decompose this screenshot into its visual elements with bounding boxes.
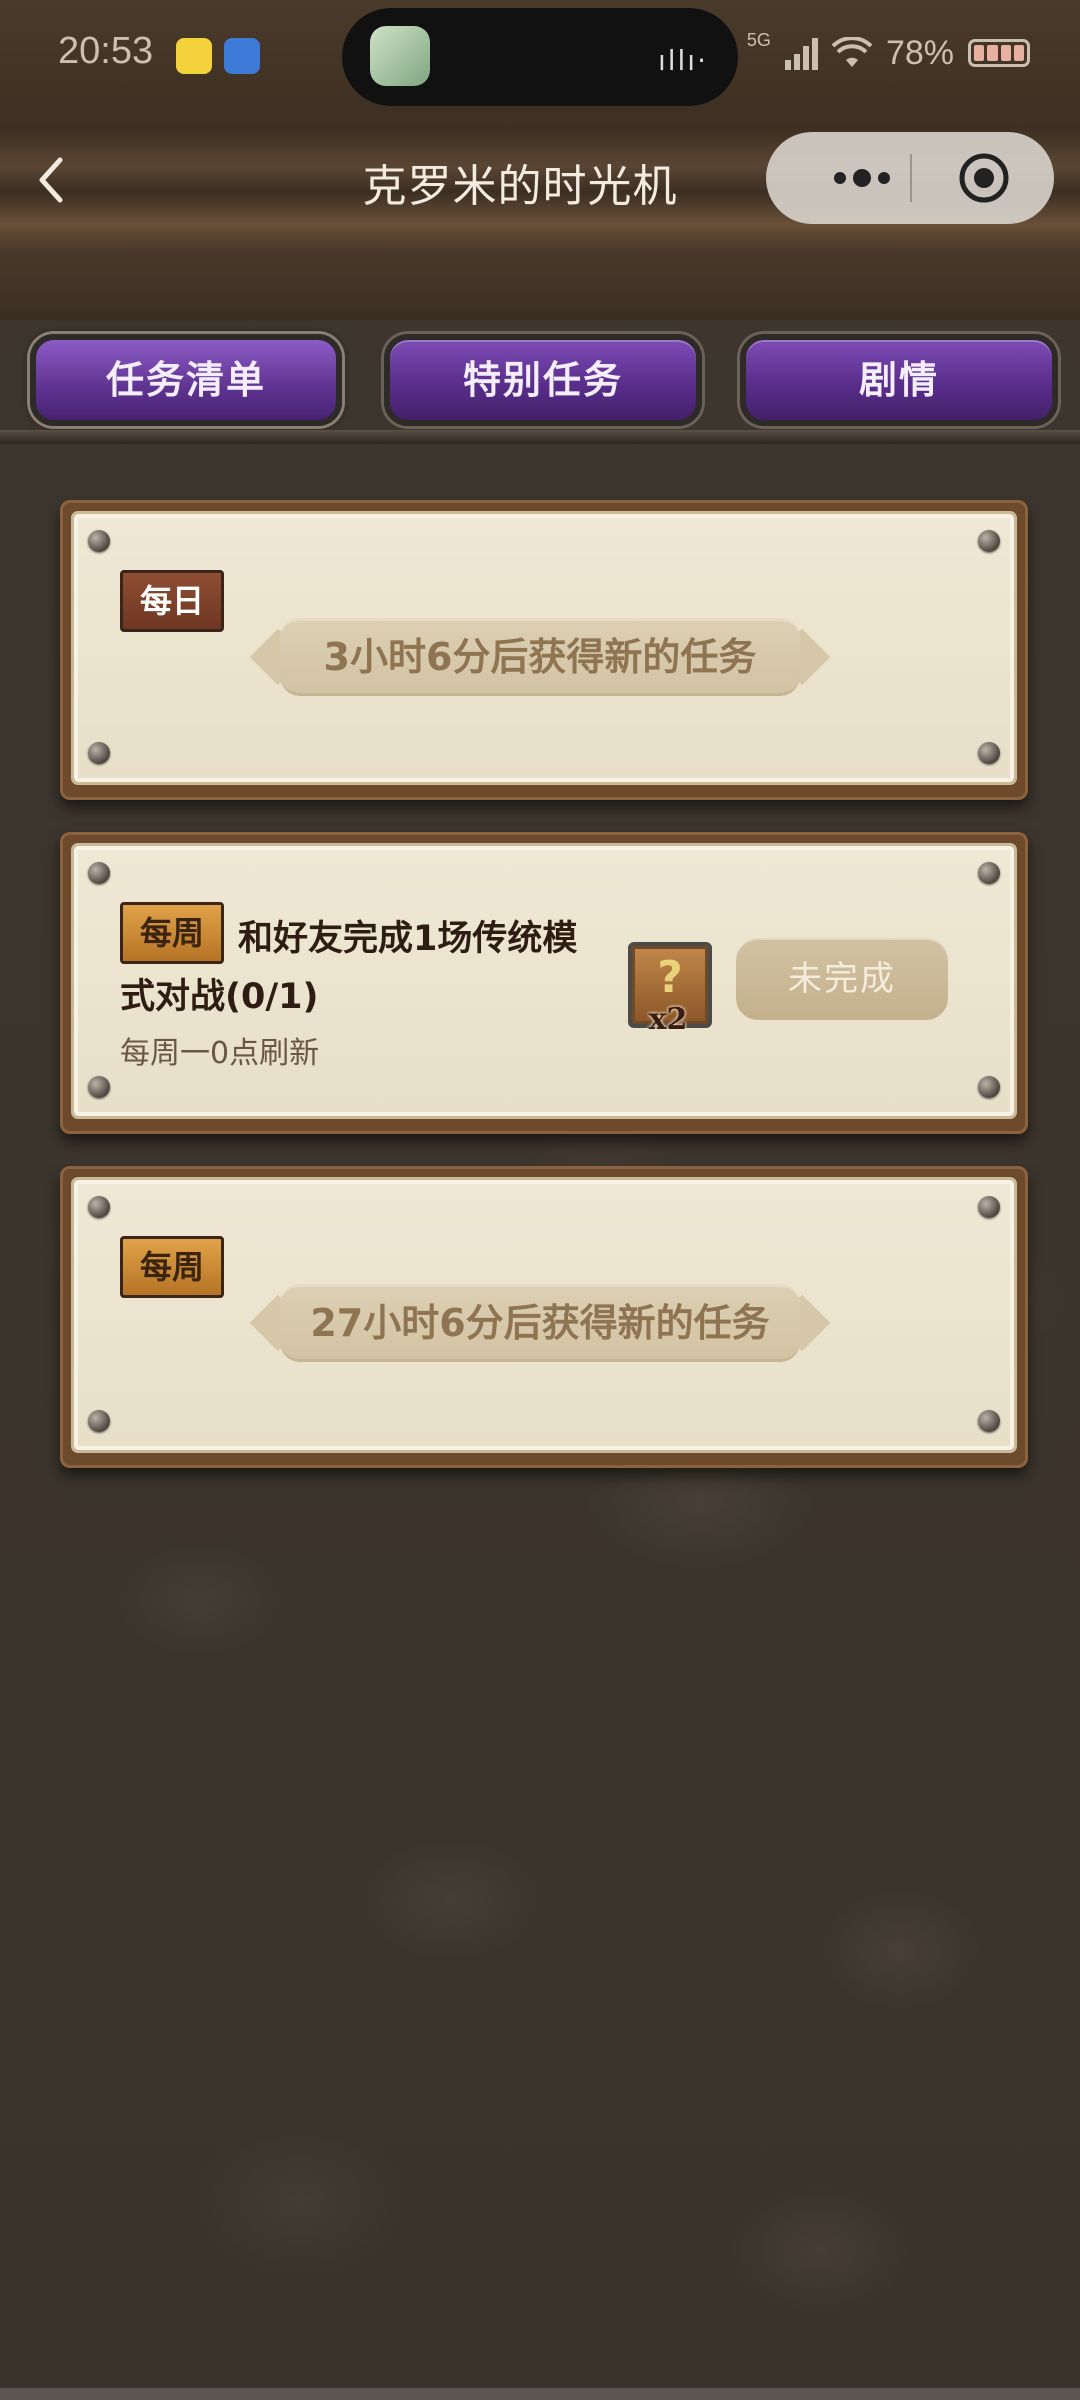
rivet	[978, 742, 1000, 764]
capsule-divider	[910, 154, 912, 202]
countdown-banner: 3小时6分后获得新的任务	[240, 612, 840, 702]
daily-countdown-text: 3小时6分后获得新的任务	[323, 635, 757, 679]
battery-percent: 78%	[885, 33, 954, 72]
tab-special-tasks[interactable]: 特别任务	[384, 334, 702, 426]
status-bar: 20:53 ıllı· 5G 78%	[0, 0, 1080, 110]
tab-divider	[0, 430, 1080, 444]
tab-bar: 任务清单 特别任务 剧情	[0, 330, 1080, 430]
network-label: 5G	[746, 30, 771, 50]
task-refresh-note: 每周一0点刷新	[120, 1036, 320, 1071]
now-playing-avatar	[370, 26, 430, 86]
battery-icon	[968, 39, 1030, 67]
weekly-countdown-card: 每周 27小时6分后获得新的任务	[60, 1166, 1028, 1468]
reward-quantity: x2	[648, 1002, 688, 1037]
home-indicator[interactable]	[0, 2388, 1080, 2400]
more-options-icon[interactable]	[806, 154, 916, 202]
rivet	[978, 1196, 1000, 1218]
daily-tag: 每日	[120, 570, 224, 632]
task-title: 和好友完成1场传统模式对战(0/1)	[120, 910, 590, 1026]
tab-story[interactable]: 剧情	[740, 334, 1058, 426]
close-miniapp-icon[interactable]	[958, 152, 1010, 204]
dynamic-island[interactable]: ıllı·	[342, 8, 738, 106]
daily-task-card: 每日 3小时6分后获得新的任务	[60, 500, 1028, 800]
rivet	[978, 530, 1000, 552]
rivet	[88, 1076, 110, 1098]
app-notification-icon	[176, 38, 212, 74]
question-mark-icon: ?	[657, 952, 683, 1003]
task-status-button[interactable]: 未完成	[736, 938, 948, 1020]
status-indicators: 5G 78%	[747, 30, 1030, 76]
wifi-icon	[831, 37, 872, 67]
miniapp-capsule	[766, 132, 1054, 224]
rivet	[88, 530, 110, 552]
rivet	[88, 742, 110, 764]
task-title-text: 和好友完成1场传统模式对战(0/1)	[120, 919, 578, 1017]
rivet	[88, 1196, 110, 1218]
tab-task-list[interactable]: 任务清单	[30, 334, 342, 426]
header-panel: 20:53 ıllı· 5G 78% 克罗米的时光机	[0, 0, 1080, 320]
status-time: 20:53	[58, 30, 154, 72]
countdown-banner: 27小时6分后获得新的任务	[240, 1278, 840, 1368]
rivet	[978, 1076, 1000, 1098]
rivet	[88, 862, 110, 884]
weekly-countdown-text: 27小时6分后获得新的任务	[310, 1301, 770, 1345]
rivet	[88, 1410, 110, 1432]
weekly-task-card: 每周 和好友完成1场传统模式对战(0/1) 每周一0点刷新 ? x2 未完成	[60, 832, 1028, 1134]
weekly-tag: 每周	[120, 1236, 224, 1298]
rivet	[978, 862, 1000, 884]
audio-wave-icon: ıllı·	[657, 44, 708, 77]
signal-icon	[784, 36, 818, 70]
app-notification-icon	[224, 38, 260, 74]
rivet	[978, 1410, 1000, 1432]
